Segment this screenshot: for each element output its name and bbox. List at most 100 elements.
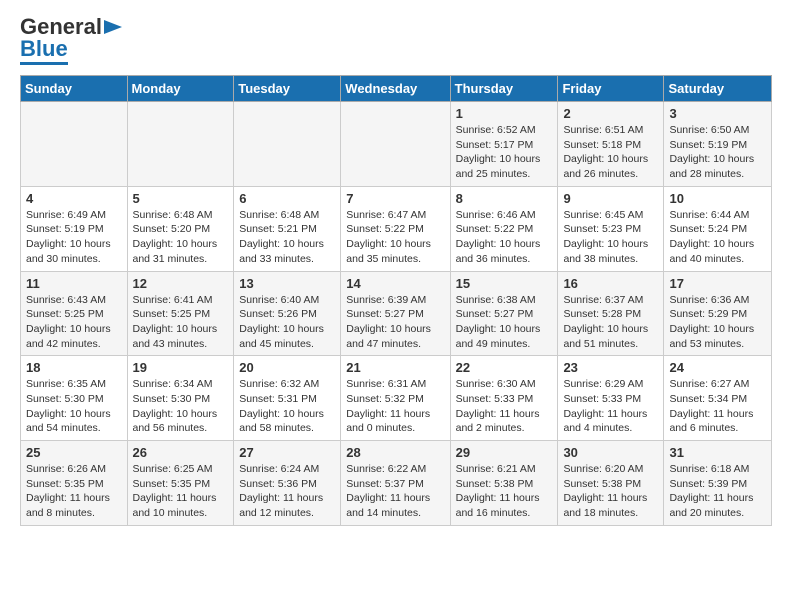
calendar-week-row: 11 Sunrise: 6:43 AM Sunset: 5:25 PM Dayli…: [21, 271, 772, 356]
day-number: 7: [346, 191, 444, 206]
day-info: Sunrise: 6:41 AM Sunset: 5:25 PM Dayligh…: [133, 293, 229, 352]
calendar-cell: 24 Sunrise: 6:27 AM Sunset: 5:34 PM Dayli…: [664, 356, 772, 441]
day-number: 31: [669, 445, 766, 460]
calendar-week-row: 4 Sunrise: 6:49 AM Sunset: 5:19 PM Daylig…: [21, 186, 772, 271]
day-info: Sunrise: 6:51 AM Sunset: 5:18 PM Dayligh…: [563, 123, 658, 182]
calendar-cell: 16 Sunrise: 6:37 AM Sunset: 5:28 PM Dayli…: [558, 271, 664, 356]
day-info: Sunrise: 6:52 AM Sunset: 5:17 PM Dayligh…: [456, 123, 553, 182]
calendar-cell: 7 Sunrise: 6:47 AM Sunset: 5:22 PM Daylig…: [341, 186, 450, 271]
day-info: Sunrise: 6:24 AM Sunset: 5:36 PM Dayligh…: [239, 462, 335, 521]
calendar-cell: 21 Sunrise: 6:31 AM Sunset: 5:32 PM Dayli…: [341, 356, 450, 441]
day-number: 18: [26, 360, 122, 375]
day-number: 25: [26, 445, 122, 460]
day-number: 3: [669, 106, 766, 121]
day-number: 21: [346, 360, 444, 375]
day-number: 20: [239, 360, 335, 375]
calendar-cell: 19 Sunrise: 6:34 AM Sunset: 5:30 PM Dayli…: [127, 356, 234, 441]
day-info: Sunrise: 6:20 AM Sunset: 5:38 PM Dayligh…: [563, 462, 658, 521]
day-number: 29: [456, 445, 553, 460]
calendar-cell: 14 Sunrise: 6:39 AM Sunset: 5:27 PM Dayli…: [341, 271, 450, 356]
day-number: 9: [563, 191, 658, 206]
day-info: Sunrise: 6:47 AM Sunset: 5:22 PM Dayligh…: [346, 208, 444, 267]
day-number: 23: [563, 360, 658, 375]
weekday-header-thursday: Thursday: [450, 76, 558, 102]
weekday-header-wednesday: Wednesday: [341, 76, 450, 102]
day-number: 10: [669, 191, 766, 206]
calendar-cell: 13 Sunrise: 6:40 AM Sunset: 5:26 PM Dayli…: [234, 271, 341, 356]
logo-general: General: [20, 16, 122, 38]
day-number: 2: [563, 106, 658, 121]
calendar-cell: 8Sunrise: 6:46 AM Sunset: 5:22 PM Daylig…: [450, 186, 558, 271]
calendar-cell: 25Sunrise: 6:26 AM Sunset: 5:35 PM Dayli…: [21, 441, 128, 526]
weekday-header-row: SundayMondayTuesdayWednesdayThursdayFrid…: [21, 76, 772, 102]
day-info: Sunrise: 6:30 AM Sunset: 5:33 PM Dayligh…: [456, 377, 553, 436]
calendar-cell: 11 Sunrise: 6:43 AM Sunset: 5:25 PM Dayli…: [21, 271, 128, 356]
day-number: 16: [563, 276, 658, 291]
day-info: Sunrise: 6:50 AM Sunset: 5:19 PM Dayligh…: [669, 123, 766, 182]
day-number: 30: [563, 445, 658, 460]
calendar-cell: 9 Sunrise: 6:45 AM Sunset: 5:23 PM Daylig…: [558, 186, 664, 271]
calendar-cell: 10Sunrise: 6:44 AM Sunset: 5:24 PM Dayli…: [664, 186, 772, 271]
day-info: Sunrise: 6:34 AM Sunset: 5:30 PM Dayligh…: [133, 377, 229, 436]
day-info: Sunrise: 6:48 AM Sunset: 5:20 PM Dayligh…: [133, 208, 229, 267]
logo-blue: Blue: [20, 38, 68, 60]
day-number: 8: [456, 191, 553, 206]
logo: General Blue: [20, 16, 122, 65]
calendar-cell: 1 Sunrise: 6:52 AM Sunset: 5:17 PM Daylig…: [450, 102, 558, 187]
day-number: 14: [346, 276, 444, 291]
day-info: Sunrise: 6:37 AM Sunset: 5:28 PM Dayligh…: [563, 293, 658, 352]
day-info: Sunrise: 6:43 AM Sunset: 5:25 PM Dayligh…: [26, 293, 122, 352]
day-number: 27: [239, 445, 335, 460]
day-number: 6: [239, 191, 335, 206]
day-info: Sunrise: 6:29 AM Sunset: 5:33 PM Dayligh…: [563, 377, 658, 436]
calendar-cell: 18 Sunrise: 6:35 AM Sunset: 5:30 PM Dayli…: [21, 356, 128, 441]
day-info: Sunrise: 6:45 AM Sunset: 5:23 PM Dayligh…: [563, 208, 658, 267]
day-info: Sunrise: 6:38 AM Sunset: 5:27 PM Dayligh…: [456, 293, 553, 352]
day-info: Sunrise: 6:32 AM Sunset: 5:31 PM Dayligh…: [239, 377, 335, 436]
calendar-cell: 4 Sunrise: 6:49 AM Sunset: 5:19 PM Daylig…: [21, 186, 128, 271]
calendar-cell: 5Sunrise: 6:48 AM Sunset: 5:20 PM Daylig…: [127, 186, 234, 271]
logo-underline: [20, 62, 68, 65]
calendar-week-row: 25Sunrise: 6:26 AM Sunset: 5:35 PM Dayli…: [21, 441, 772, 526]
day-info: Sunrise: 6:25 AM Sunset: 5:35 PM Dayligh…: [133, 462, 229, 521]
calendar-cell: 26 Sunrise: 6:25 AM Sunset: 5:35 PM Dayli…: [127, 441, 234, 526]
calendar-cell: 12 Sunrise: 6:41 AM Sunset: 5:25 PM Dayli…: [127, 271, 234, 356]
day-number: 17: [669, 276, 766, 291]
calendar-cell: 30 Sunrise: 6:20 AM Sunset: 5:38 PM Dayli…: [558, 441, 664, 526]
calendar-week-row: 18 Sunrise: 6:35 AM Sunset: 5:30 PM Dayli…: [21, 356, 772, 441]
day-info: Sunrise: 6:27 AM Sunset: 5:34 PM Dayligh…: [669, 377, 766, 436]
day-number: 13: [239, 276, 335, 291]
day-info: Sunrise: 6:35 AM Sunset: 5:30 PM Dayligh…: [26, 377, 122, 436]
calendar-cell: 2 Sunrise: 6:51 AM Sunset: 5:18 PM Daylig…: [558, 102, 664, 187]
calendar-cell: 15 Sunrise: 6:38 AM Sunset: 5:27 PM Dayli…: [450, 271, 558, 356]
day-info: Sunrise: 6:40 AM Sunset: 5:26 PM Dayligh…: [239, 293, 335, 352]
day-number: 15: [456, 276, 553, 291]
day-info: Sunrise: 6:49 AM Sunset: 5:19 PM Dayligh…: [26, 208, 122, 267]
calendar-cell: [127, 102, 234, 187]
day-info: Sunrise: 6:21 AM Sunset: 5:38 PM Dayligh…: [456, 462, 553, 521]
day-number: 26: [133, 445, 229, 460]
weekday-header-friday: Friday: [558, 76, 664, 102]
day-info: Sunrise: 6:18 AM Sunset: 5:39 PM Dayligh…: [669, 462, 766, 521]
day-info: Sunrise: 6:31 AM Sunset: 5:32 PM Dayligh…: [346, 377, 444, 436]
day-number: 11: [26, 276, 122, 291]
page-header: General Blue: [20, 16, 772, 65]
day-number: 24: [669, 360, 766, 375]
day-info: Sunrise: 6:39 AM Sunset: 5:27 PM Dayligh…: [346, 293, 444, 352]
weekday-header-saturday: Saturday: [664, 76, 772, 102]
day-info: Sunrise: 6:22 AM Sunset: 5:37 PM Dayligh…: [346, 462, 444, 521]
day-number: 4: [26, 191, 122, 206]
day-number: 19: [133, 360, 229, 375]
day-number: 12: [133, 276, 229, 291]
calendar-cell: 17 Sunrise: 6:36 AM Sunset: 5:29 PM Dayli…: [664, 271, 772, 356]
calendar-cell: 3 Sunrise: 6:50 AM Sunset: 5:19 PM Daylig…: [664, 102, 772, 187]
calendar-cell: [341, 102, 450, 187]
calendar-cell: 31 Sunrise: 6:18 AM Sunset: 5:39 PM Dayli…: [664, 441, 772, 526]
day-info: Sunrise: 6:36 AM Sunset: 5:29 PM Dayligh…: [669, 293, 766, 352]
calendar-cell: [234, 102, 341, 187]
calendar-week-row: 1 Sunrise: 6:52 AM Sunset: 5:17 PM Daylig…: [21, 102, 772, 187]
weekday-header-sunday: Sunday: [21, 76, 128, 102]
day-number: 1: [456, 106, 553, 121]
calendar-cell: 28Sunrise: 6:22 AM Sunset: 5:37 PM Dayli…: [341, 441, 450, 526]
day-number: 22: [456, 360, 553, 375]
